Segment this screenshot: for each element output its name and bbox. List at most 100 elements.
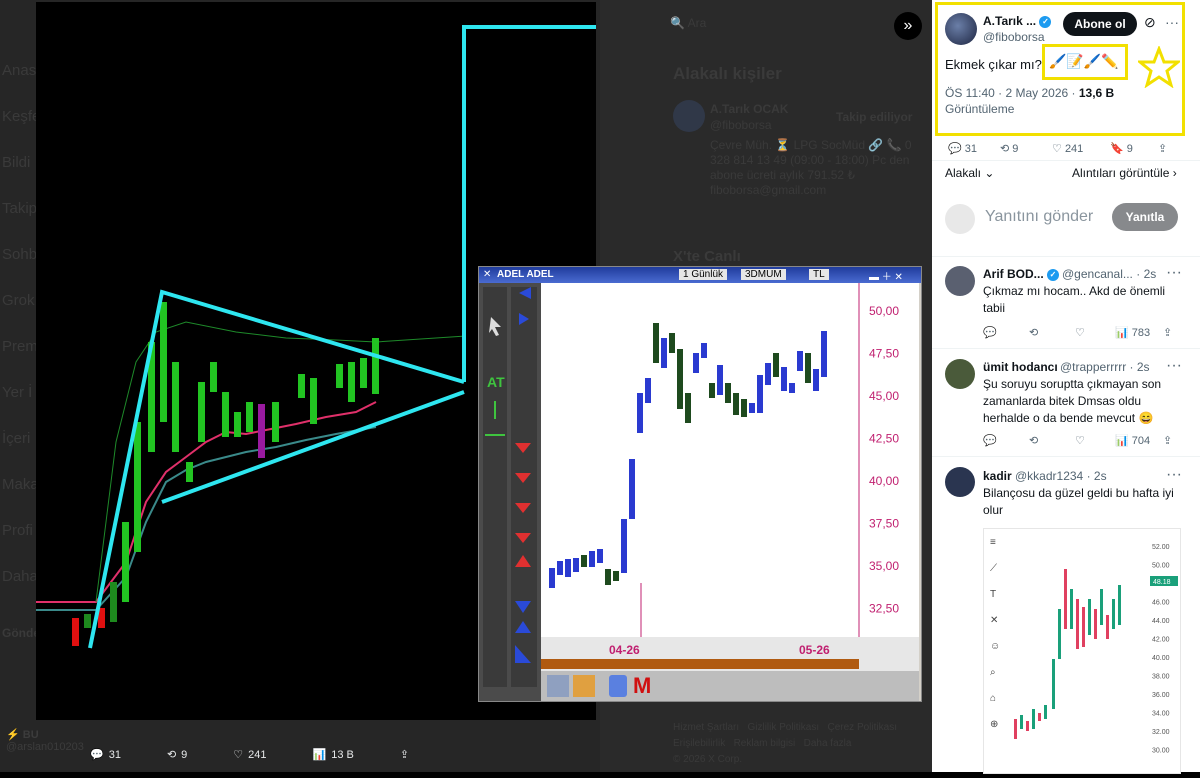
candle <box>813 369 819 391</box>
tool-icon: ⊕ <box>990 719 998 730</box>
divider <box>932 256 1200 257</box>
price-tick: 34.00 <box>1152 711 1170 718</box>
close-icon: ✕ <box>483 269 492 280</box>
more-icon[interactable]: ··· <box>1166 264 1182 282</box>
divider <box>932 456 1200 457</box>
candle <box>1020 715 1023 729</box>
share-button[interactable]: ⇪ <box>1158 142 1167 155</box>
price-tick: 40.00 <box>1152 655 1170 662</box>
nav-item: Anas <box>2 62 37 79</box>
repost-icon: ⟲ <box>1000 143 1010 155</box>
candle <box>589 551 595 567</box>
views-button[interactable]: 📊 783 <box>1115 326 1163 339</box>
date-axis: 04-26 05-26 <box>541 637 919 671</box>
media-reply-button[interactable]: 💬 31 <box>90 748 121 762</box>
nav-item: Bildi <box>2 154 31 171</box>
reply-input[interactable]: Yanıtını gönder <box>985 208 1093 226</box>
candle <box>1014 719 1017 739</box>
media-share-button[interactable]: ⇪ <box>400 748 409 761</box>
price-tick: 40,00 <box>869 474 899 488</box>
related-follow-button: Takip ediliyor <box>836 110 913 124</box>
media-reply-count: 31 <box>108 748 121 761</box>
repost-button[interactable]: ⟲ 9 <box>1000 142 1052 155</box>
candle <box>1032 709 1035 729</box>
heart-icon[interactable]: ♡ <box>1075 434 1115 447</box>
candle <box>653 323 659 363</box>
reply-icon[interactable]: 💬 <box>983 434 1029 447</box>
price-tick: 32.00 <box>1152 729 1170 736</box>
nav-item: Yer İ <box>2 384 33 401</box>
bookmark-button[interactable]: 🔖 9 <box>1110 142 1158 155</box>
bottom-user-handle: @arslan010203 <box>6 741 84 753</box>
reply-avatar[interactable] <box>945 467 975 497</box>
candle <box>709 383 715 398</box>
more-icon[interactable]: ··· <box>1166 466 1182 484</box>
more-icon[interactable]: ··· <box>1166 357 1182 375</box>
reply-handle: @kkadr1234 · 2s <box>1015 469 1107 483</box>
price-tick: 38.00 <box>1152 674 1170 681</box>
price-tick: 35,00 <box>869 559 899 573</box>
chevron-right-icon: › <box>1172 166 1177 180</box>
candle <box>757 375 763 413</box>
settings-icon[interactable] <box>547 675 569 697</box>
views-button[interactable]: 📊 704 <box>1115 434 1163 447</box>
reply-avatar[interactable] <box>945 266 975 296</box>
svg-text:AT: AT <box>487 374 505 390</box>
related-avatar <box>673 100 705 132</box>
reply-author[interactable]: Arif BOD... ✓ <box>983 267 1060 281</box>
tweet-highlight-box <box>935 2 1185 136</box>
relevance-dropdown[interactable]: Alakalı ⌄ <box>945 165 994 182</box>
heart-icon: ♡ <box>233 749 244 761</box>
candle <box>1052 659 1055 709</box>
database-icon[interactable] <box>609 675 627 697</box>
nested-price-chart: 50,00 47,50 45,00 42,50 40,00 37,50 35,00 32,50 <box>549 283 899 637</box>
reply-submit-button[interactable]: Yanıtla <box>1112 203 1178 231</box>
media-views-button[interactable]: 📊 13 B <box>313 748 354 762</box>
share-icon[interactable]: ⇪ <box>1163 326 1172 339</box>
heart-icon[interactable]: ♡ <box>1075 326 1115 339</box>
tweet-actions: 💬 31 ⟲ 9 ♡ 241 🔖 9 ⇪ <box>948 142 1167 155</box>
related-bio: Çevre Müh. ⏳ LPG SocMüd 🔗 📞 0 328 814 13… <box>710 138 912 197</box>
edit-icon[interactable] <box>573 675 595 697</box>
reply-author[interactable]: ümit hodancı <box>983 360 1058 374</box>
repost-icon[interactable]: ⟲ <box>1029 434 1075 447</box>
verified-icon: ✓ <box>1047 268 1060 281</box>
view-quotes-link[interactable]: Alıntıları görüntüle › <box>1072 165 1177 182</box>
candle <box>1082 607 1085 647</box>
price-marker-label: 48.18 <box>1153 579 1171 586</box>
tool-icon: ⟋ <box>990 563 997 574</box>
price-tick: 30.00 <box>1152 748 1170 755</box>
nav-item: Profi <box>2 522 33 539</box>
candle <box>765 363 771 385</box>
candle <box>1088 599 1091 635</box>
scroll-bar[interactable] <box>541 659 859 669</box>
bookmark-icon: 🔖 <box>1110 143 1124 155</box>
date-tick: 05-26 <box>799 643 830 657</box>
repost-icon[interactable]: ⟲ <box>1029 326 1075 339</box>
price-tick: 50.00 <box>1152 563 1170 570</box>
like-button[interactable]: ♡ 241 <box>1052 142 1110 155</box>
candle <box>1118 585 1121 625</box>
date-tick: 04-26 <box>609 643 640 657</box>
media-like-button[interactable]: ♡ 241 <box>233 748 266 762</box>
candle <box>581 555 587 567</box>
candle <box>613 571 619 581</box>
price-tick: 32,50 <box>869 602 899 616</box>
share-icon[interactable]: ⇪ <box>1163 434 1172 447</box>
nav-item: Maka <box>2 476 39 493</box>
candle <box>621 519 627 573</box>
reply-author[interactable]: kadir <box>983 469 1012 483</box>
collapse-panel-button[interactable]: » <box>894 12 922 40</box>
candle <box>677 349 683 409</box>
nav-item: Prem <box>2 338 38 355</box>
candle <box>773 353 779 377</box>
candle <box>749 403 755 413</box>
media-repost-button[interactable]: ⟲ 9 <box>167 748 187 762</box>
reply-icon[interactable]: 💬 <box>983 326 1029 339</box>
price-tick: 47,50 <box>869 347 899 361</box>
price-tick: 42,50 <box>869 432 899 446</box>
price-tick: 44.00 <box>1152 618 1170 625</box>
nested-window-toolbar: ✕ ADEL ADEL 1 Günlük 3DMUM TL ▬ ＋ ✕ <box>479 267 921 283</box>
reply-button[interactable]: 💬 31 <box>948 142 1000 155</box>
reply-avatar[interactable] <box>945 359 975 389</box>
